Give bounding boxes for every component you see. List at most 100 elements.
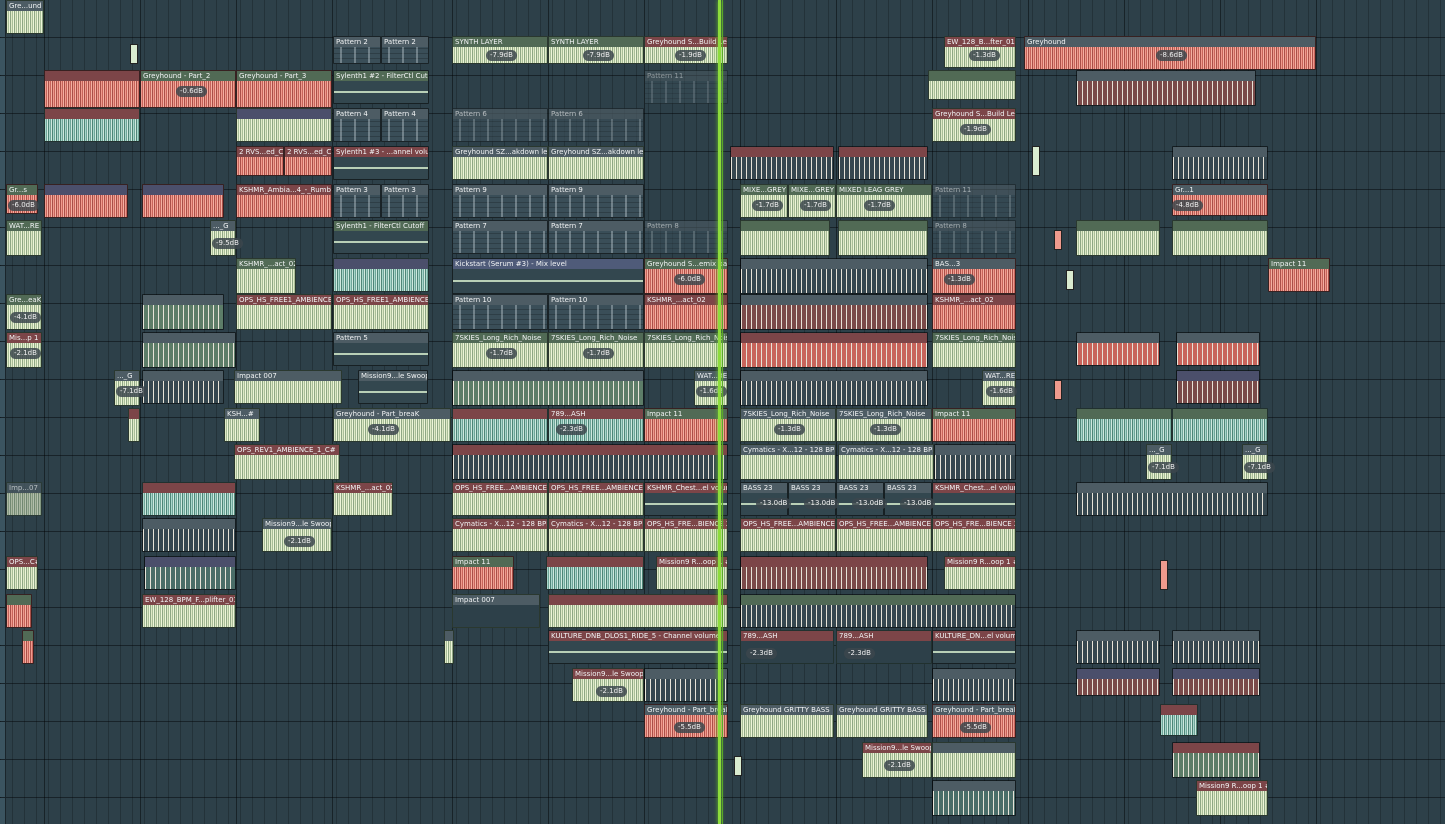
audio-clip[interactable]: Greyhound - Part_3	[236, 70, 332, 108]
audio-clip[interactable]	[1076, 332, 1160, 366]
audio-clip[interactable]	[1076, 408, 1172, 442]
pattern-clip[interactable]: Pattern 2	[381, 36, 429, 64]
audio-clip[interactable]: OPS_REV1_AMBIENCE_1_C#	[234, 444, 340, 480]
audio-clip[interactable]: Cymatics - X...12 - 128 BPM	[838, 444, 934, 480]
pattern-clip[interactable]: Pattern 10	[548, 294, 644, 330]
audio-clip[interactable]: KSH...#	[224, 408, 260, 442]
audio-clip[interactable]	[734, 756, 742, 776]
audio-clip[interactable]: Greyhound GRITTY BASS	[836, 704, 928, 738]
audio-clip[interactable]	[1032, 146, 1040, 176]
audio-clip[interactable]	[130, 44, 138, 64]
audio-clip[interactable]	[548, 594, 728, 628]
audio-clip[interactable]	[1176, 332, 1260, 366]
audio-clip[interactable]	[740, 556, 928, 590]
pattern-clip[interactable]: Pattern 10	[452, 294, 548, 330]
audio-clip[interactable]: 7SKIES_Long_Rich_Noise	[932, 332, 1016, 368]
audio-clip[interactable]	[932, 742, 1016, 778]
track-strip[interactable]	[0, 114, 6, 151]
pattern-clip[interactable]: Pattern 2	[333, 36, 381, 64]
audio-clip[interactable]	[932, 780, 1016, 816]
audio-clip[interactable]: Impact 007	[234, 370, 342, 404]
audio-clip[interactable]	[142, 184, 224, 218]
audio-clip[interactable]: Mission9 R...oop 1 #2	[1196, 780, 1268, 816]
audio-clip[interactable]	[838, 146, 928, 180]
audio-clip[interactable]	[740, 294, 928, 330]
audio-clip[interactable]: WAT...RE	[6, 220, 42, 256]
track-strip[interactable]	[0, 646, 6, 683]
pattern-clip[interactable]: Pattern 4	[333, 108, 381, 142]
audio-clip[interactable]	[838, 220, 928, 256]
audio-clip[interactable]: 2 RVS...ed_C#	[284, 146, 332, 176]
audio-clip[interactable]: Greyhound GRITTY BASS	[740, 704, 834, 738]
pattern-clip[interactable]: Pattern 3	[333, 184, 381, 218]
audio-clip[interactable]	[6, 594, 32, 628]
audio-clip[interactable]: Gre...und	[6, 0, 44, 34]
audio-clip[interactable]: OPS_HS_FREE1_AMBIENCE 2 A	[333, 294, 429, 330]
audio-clip[interactable]	[740, 370, 928, 406]
track-strip[interactable]	[0, 418, 6, 455]
track-strip[interactable]	[0, 38, 6, 75]
audio-clip[interactable]	[1076, 482, 1268, 516]
audio-clip[interactable]	[644, 668, 728, 702]
audio-clip[interactable]	[740, 594, 1016, 628]
audio-clip[interactable]	[452, 370, 644, 406]
audio-clip[interactable]: KSHMR_Ambia...4_-_Rumble	[236, 184, 332, 218]
pattern-clip[interactable]: Pattern 6	[452, 108, 548, 142]
track-strip[interactable]	[0, 760, 6, 797]
audio-clip[interactable]: Impact 11	[1268, 258, 1330, 292]
audio-clip[interactable]	[1160, 704, 1198, 736]
pattern-clip[interactable]: Pattern 9	[548, 184, 644, 218]
track-strip[interactable]	[0, 722, 6, 759]
audio-clip[interactable]	[1172, 630, 1260, 664]
audio-clip[interactable]	[740, 220, 830, 256]
audio-clip[interactable]: OPS_HS_FREE1_AMBIENCE	[236, 294, 332, 330]
automation-clip[interactable]: Sylenth1 - FilterCtl Cutoff	[333, 220, 429, 254]
pattern-clip[interactable]: Pattern 4	[381, 108, 429, 142]
audio-clip[interactable]	[44, 70, 140, 108]
audio-clip[interactable]	[740, 332, 928, 368]
audio-clip[interactable]	[730, 146, 834, 180]
audio-clip[interactable]: Imp...07	[6, 482, 42, 516]
audio-clip[interactable]	[928, 70, 1016, 100]
audio-clip[interactable]: OPS_HS_FREE...AMBIENCE 2 A	[548, 482, 644, 516]
automation-clip[interactable]: KSHMR_Chest...el volume	[932, 482, 1016, 516]
audio-clip[interactable]	[1076, 630, 1160, 664]
automation-clip[interactable]: Mission9...le Swoop 1	[358, 370, 428, 404]
automation-clip[interactable]: Kickstart (Serum #3) - Mix level	[452, 258, 644, 294]
pattern-clip[interactable]: Pattern 7	[548, 220, 644, 254]
audio-clip[interactable]	[452, 444, 728, 480]
audio-clip[interactable]	[1076, 70, 1256, 106]
audio-clip[interactable]: KSHMR_...act_02	[333, 482, 393, 516]
audio-clip[interactable]	[452, 408, 548, 442]
audio-clip[interactable]	[1172, 408, 1268, 442]
audio-clip[interactable]	[142, 370, 224, 404]
audio-clip[interactable]	[142, 332, 236, 368]
automation-clip[interactable]: Sylenth1 #3 - ...annel volume	[333, 146, 429, 180]
audio-clip[interactable]: OPS_HS_FRE...BIENCE 2 A	[644, 518, 728, 552]
audio-clip[interactable]	[22, 630, 34, 664]
pattern-clip[interactable]: Pattern 6	[548, 108, 644, 142]
audio-clip[interactable]	[1076, 668, 1160, 696]
pattern-clip[interactable]: Pattern 3	[381, 184, 429, 218]
audio-clip[interactable]: Mission9 R...oop 1 #2	[944, 556, 1016, 590]
playhead[interactable]	[718, 0, 723, 824]
audio-clip[interactable]	[333, 258, 429, 292]
automation-clip[interactable]: Pattern 5	[333, 332, 429, 366]
audio-clip[interactable]: KSHMR_...act_02	[932, 294, 1016, 330]
audio-clip[interactable]	[1160, 560, 1168, 590]
automation-clip[interactable]: KULTURE_DN...el volume	[932, 630, 1016, 664]
pattern-clip[interactable]: Pattern 7	[452, 220, 548, 254]
pattern-clip[interactable]: Pattern 8	[932, 220, 1016, 254]
audio-clip[interactable]	[1172, 146, 1268, 180]
audio-clip[interactable]	[1066, 270, 1074, 290]
audio-clip[interactable]: Cymatics - X...12 - 128 BPM	[548, 518, 644, 552]
audio-clip[interactable]: OPS_HS_FREE...AMBIENCE 2 A	[836, 518, 932, 552]
audio-clip[interactable]: KSHMR_...act_02	[644, 294, 728, 330]
audio-clip[interactable]: EW_128_BPM_F...plifter_010	[142, 594, 236, 628]
audio-clip[interactable]	[142, 482, 236, 516]
audio-clip[interactable]	[128, 408, 140, 442]
automation-clip[interactable]: Sylenth1 #2 - FilterCtl Cutoff	[333, 70, 429, 104]
audio-clip[interactable]: Cymatics - X...12 - 128 BPM	[740, 444, 836, 480]
pattern-clip[interactable]: Pattern 11	[644, 70, 728, 104]
audio-clip[interactable]	[1172, 742, 1260, 778]
